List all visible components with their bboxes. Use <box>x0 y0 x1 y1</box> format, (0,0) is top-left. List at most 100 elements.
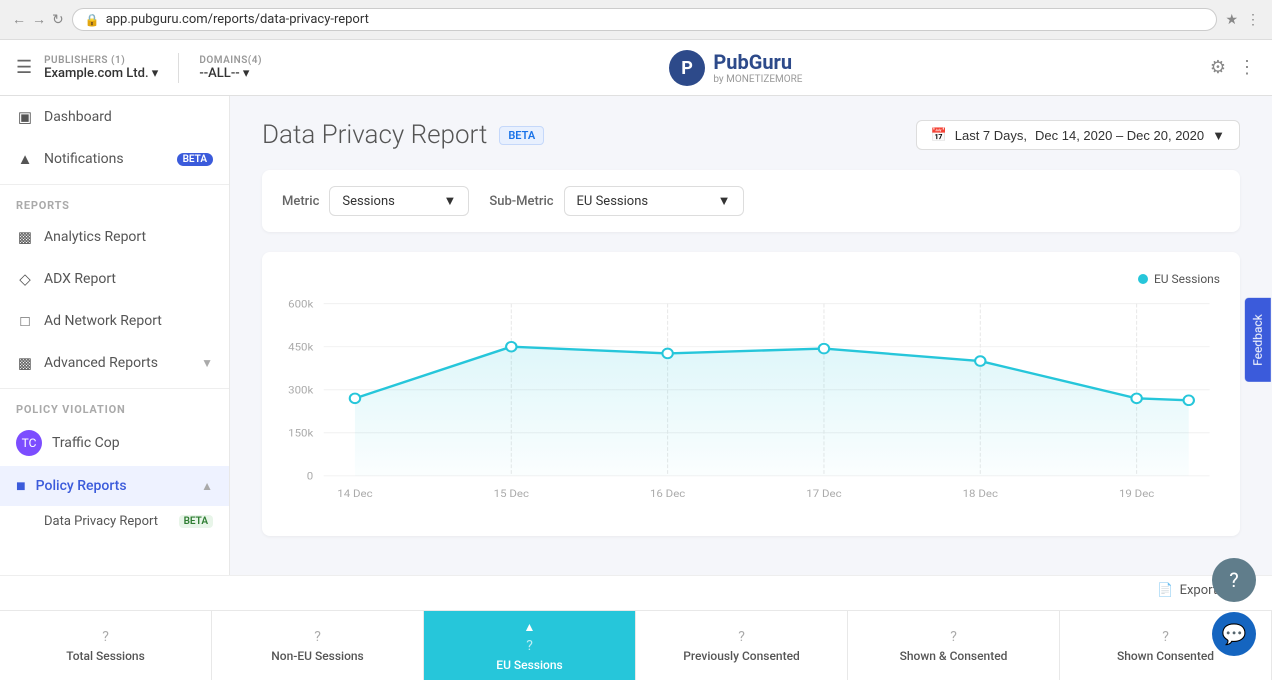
lock-icon: 🔒 <box>85 13 100 27</box>
svg-text:600k: 600k <box>288 298 314 310</box>
chart-container: EU Sessions 600k 450k 300k 150k 0 <box>262 252 1240 536</box>
refresh-icon[interactable]: ↻ <box>52 12 64 28</box>
policyreports-chevron: ▲ <box>201 479 213 493</box>
star-icon[interactable]: ★ <box>1225 12 1238 28</box>
tab-total-sessions[interactable]: ? Total Sessions <box>0 611 212 680</box>
dataprivacy-label: Data Privacy Report <box>44 514 169 529</box>
sidebar-item-adnetwork[interactable]: □ Ad Network Report <box>0 300 229 342</box>
chat-icon[interactable]: 💬 <box>1212 612 1256 656</box>
reports-section-header: REPORTS <box>0 189 229 216</box>
more-icon[interactable]: ⋮ <box>1238 57 1256 78</box>
date-range-chevron: ▼ <box>1212 128 1225 143</box>
bell-icon: ▲ <box>16 150 34 168</box>
previously-help[interactable]: ? <box>738 629 745 645</box>
sidebar-separator-2 <box>0 388 229 389</box>
policy-section-header: POLICY VIOLATION <box>0 393 229 420</box>
domain-value: --ALL-- ▾ <box>199 66 262 81</box>
submetric-chevron: ▼ <box>718 193 731 209</box>
publisher-value: Example.com Ltd. ▾ <box>44 66 158 81</box>
shown-consented-2-help[interactable]: ? <box>1162 629 1169 645</box>
sidebar-item-analytics[interactable]: ▩ Analytics Report <box>0 216 229 258</box>
back-icon[interactable]: ← <box>12 11 26 28</box>
sidebar-item-trafficcop[interactable]: TC Traffic Cop <box>0 420 229 466</box>
eu-sessions-arrow: ▲ <box>524 620 536 634</box>
sidebar-item-policyreports[interactable]: ■ Policy Reports ▲ <box>0 466 229 506</box>
logo-icon: P <box>669 50 705 86</box>
export-row: 📄 Export ▼ <box>0 576 1272 610</box>
svg-text:14 Dec: 14 Dec <box>337 487 373 499</box>
adx-label: ADX Report <box>44 271 213 287</box>
svg-text:16 Dec: 16 Dec <box>650 487 686 499</box>
domain-selector[interactable]: DOMAINS(4) --ALL-- ▾ <box>199 55 262 81</box>
header-right: ⚙ ⋮ <box>1210 57 1256 78</box>
bottom-section: 📄 Export ▼ ? Total Sessions ? Non-EU Ses… <box>0 575 1272 680</box>
tab-shown-consented[interactable]: ? Shown & Consented <box>848 611 1060 680</box>
sidebar: ▣ Dashboard ▲ Notifications BETA REPORTS… <box>0 96 230 575</box>
metric-group: Metric Sessions ▼ <box>282 186 469 216</box>
hamburger-icon[interactable]: ☰ <box>16 57 32 78</box>
legend-label: EU Sessions <box>1154 272 1220 286</box>
total-sessions-label: Total Sessions <box>66 649 145 663</box>
content-header: Data Privacy Report BETA 📅 Last 7 Days, … <box>262 120 1240 150</box>
browser-nav: ← → ↻ <box>12 11 64 28</box>
shown-consented-label: Shown & Consented <box>900 649 1008 663</box>
sidebar-item-dashboard[interactable]: ▣ Dashboard <box>0 96 229 138</box>
browser-actions: ★ ⋮ <box>1225 12 1260 28</box>
eu-sessions-help[interactable]: ? <box>526 638 533 654</box>
floating-icons: ? 💬 <box>1212 558 1256 656</box>
page-title-group: Data Privacy Report BETA <box>262 120 544 150</box>
submetric-group: Sub-Metric EU Sessions ▼ <box>489 186 743 216</box>
advanced-chevron: ▼ <box>201 356 213 370</box>
trafficcop-avatar: TC <box>16 430 42 456</box>
submetric-label: Sub-Metric <box>489 194 553 209</box>
previously-label: Previously Consented <box>683 649 800 663</box>
policyreports-label: Policy Reports <box>36 478 191 494</box>
total-sessions-help[interactable]: ? <box>102 629 109 645</box>
date-range-button[interactable]: 📅 Last 7 Days, Dec 14, 2020 – Dec 20, 20… <box>916 120 1240 150</box>
advanced-label: Advanced Reports <box>44 355 191 371</box>
sidebar-item-notifications[interactable]: ▲ Notifications BETA <box>0 138 229 180</box>
svg-text:19 Dec: 19 Dec <box>1119 487 1155 499</box>
submetric-select[interactable]: EU Sessions ▼ <box>564 186 744 216</box>
shown-consented-help[interactable]: ? <box>950 629 957 645</box>
dashboard-icon: ▣ <box>16 108 34 126</box>
logo-text-main: PubGuru <box>713 50 802 74</box>
sidebar-item-dataprivacy[interactable]: Data Privacy Report BETA <box>0 506 229 537</box>
sidebar-item-advanced[interactable]: ▩ Advanced Reports ▼ <box>0 342 229 384</box>
date-range-prefix: Last 7 Days, <box>955 128 1027 143</box>
metric-chevron: ▼ <box>443 193 456 209</box>
publisher-selector[interactable]: PUBLISHERS (1) Example.com Ltd. ▾ <box>44 55 158 81</box>
sidebar-item-adx[interactable]: ◇ ADX Report <box>0 258 229 300</box>
settings-icon[interactable]: ⚙ <box>1210 57 1226 78</box>
svg-text:15 Dec: 15 Dec <box>494 487 530 499</box>
page-beta-badge: BETA <box>499 126 544 145</box>
chart-svg: 600k 450k 300k 150k 0 <box>282 296 1220 516</box>
sidebar-separator-1 <box>0 184 229 185</box>
dashboard-label: Dashboard <box>44 109 213 125</box>
policyreports-icon: ■ <box>16 476 26 496</box>
advanced-icon: ▩ <box>16 354 34 372</box>
legend-dot <box>1138 274 1148 284</box>
forward-icon[interactable]: → <box>32 11 46 28</box>
calendar-icon: 📅 <box>931 127 947 143</box>
tab-non-eu-sessions[interactable]: ? Non-EU Sessions <box>212 611 424 680</box>
analytics-icon: ▩ <box>16 228 34 246</box>
address-bar[interactable]: 🔒 app.pubguru.com/reports/data-privacy-r… <box>72 8 1218 31</box>
non-eu-label: Non-EU Sessions <box>271 649 363 663</box>
eu-sessions-label: EU Sessions <box>496 658 562 672</box>
svg-text:300k: 300k <box>288 384 314 396</box>
header-left: ☰ PUBLISHERS (1) Example.com Ltd. ▾ DOMA… <box>16 53 262 83</box>
tab-previously-consented[interactable]: ? Previously Consented <box>636 611 848 680</box>
menu-icon[interactable]: ⋮ <box>1246 12 1260 28</box>
svg-text:0: 0 <box>307 470 313 482</box>
metric-select[interactable]: Sessions ▼ <box>329 186 469 216</box>
chart-area: 600k 450k 300k 150k 0 <box>282 296 1220 516</box>
submetric-value: EU Sessions <box>577 194 649 209</box>
app-header: ☰ PUBLISHERS (1) Example.com Ltd. ▾ DOMA… <box>0 40 1272 96</box>
feedback-button[interactable]: Feedback <box>1245 298 1271 382</box>
help-icon[interactable]: ? <box>1212 558 1256 602</box>
tab-eu-sessions[interactable]: ▲ ? EU Sessions <box>424 611 636 680</box>
header-divider <box>178 53 179 83</box>
non-eu-help[interactable]: ? <box>314 629 321 645</box>
date-range-value: Dec 14, 2020 – Dec 20, 2020 <box>1035 128 1204 143</box>
